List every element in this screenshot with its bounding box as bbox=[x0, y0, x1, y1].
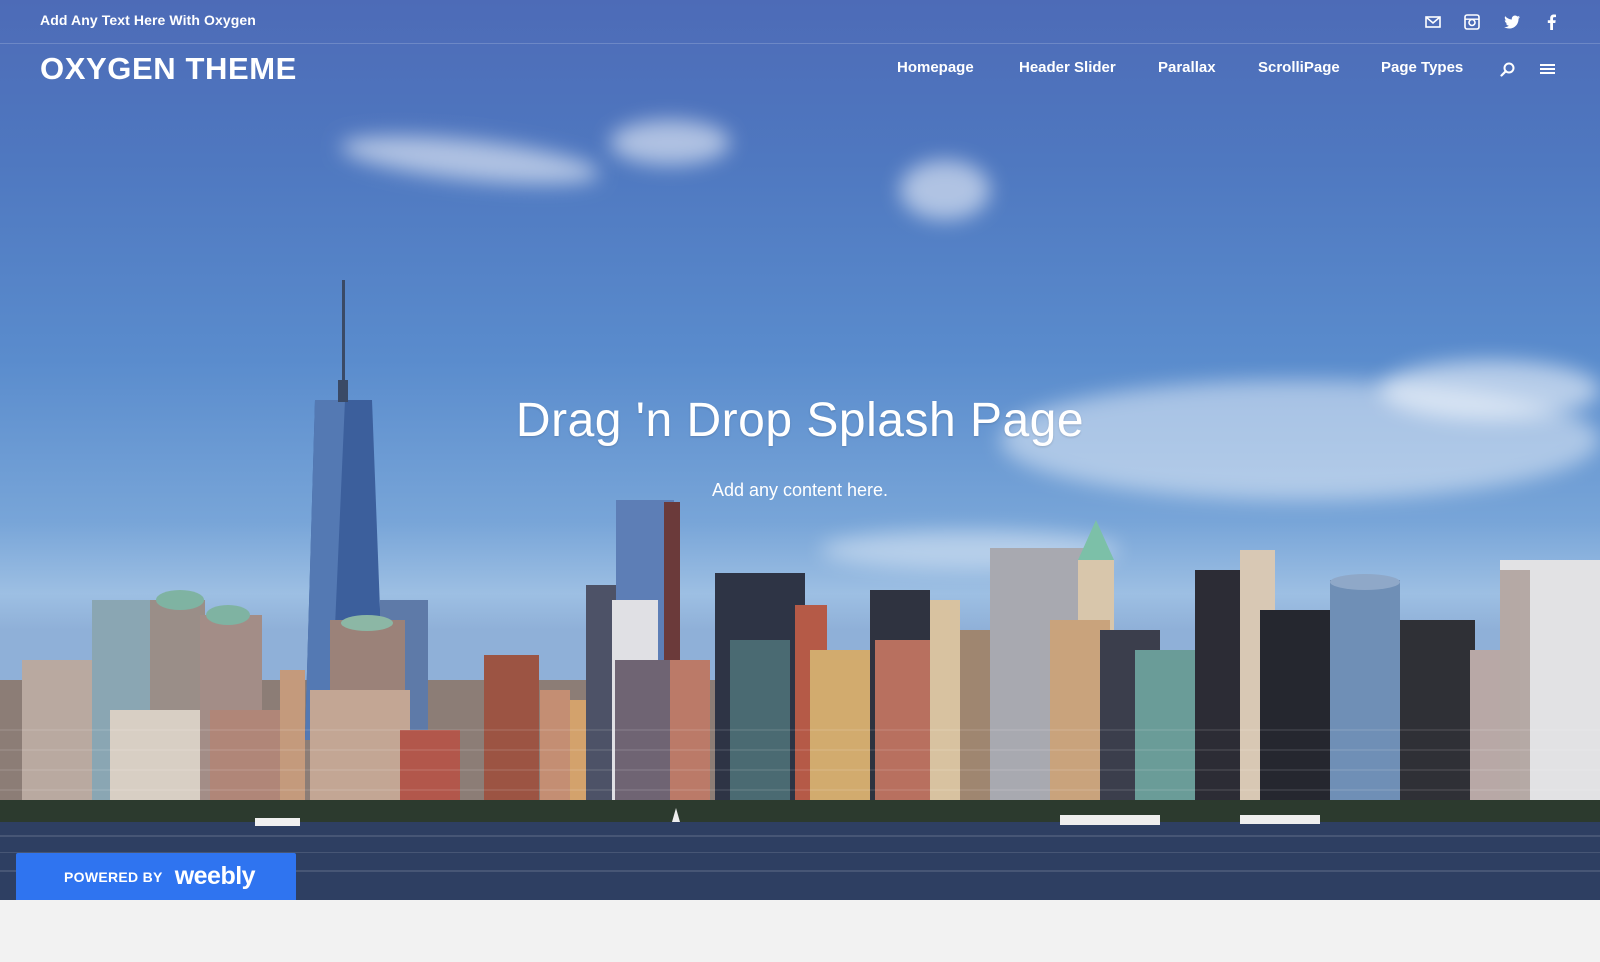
menu-icon[interactable] bbox=[1537, 59, 1557, 79]
nav-item-scrollipage[interactable]: ScrolliPage bbox=[1258, 59, 1340, 79]
city-skyline-image bbox=[0, 280, 1600, 900]
weebly-logo: weebly bbox=[174, 862, 256, 890]
powered-by-label: POWERED BY bbox=[64, 868, 163, 885]
hero-section: Add Any Text Here With Oxygen OXYGEN THE… bbox=[0, 0, 1600, 900]
nav-item-parallax[interactable]: Parallax bbox=[1158, 59, 1216, 79]
nav-item-homepage[interactable]: Homepage bbox=[897, 59, 974, 79]
cloud bbox=[610, 120, 730, 165]
twitter-icon[interactable] bbox=[1502, 12, 1522, 32]
instagram-icon[interactable] bbox=[1462, 12, 1482, 32]
mail-icon[interactable] bbox=[1423, 12, 1443, 32]
top-bar: Add Any Text Here With Oxygen bbox=[0, 0, 1600, 44]
nav-item-page-types[interactable]: Page Types bbox=[1381, 59, 1463, 79]
top-bar-tagline: Add Any Text Here With Oxygen bbox=[40, 12, 256, 28]
search-icon[interactable] bbox=[1497, 59, 1517, 79]
facebook-icon[interactable] bbox=[1541, 12, 1561, 32]
hero-title: Drag 'n Drop Splash Page bbox=[515, 394, 1085, 447]
powered-by-weebly-badge[interactable]: POWERED BY weebly bbox=[16, 853, 296, 900]
nav-item-header-slider[interactable]: Header Slider bbox=[1019, 59, 1116, 79]
cloud bbox=[900, 160, 990, 220]
hero-subtitle: Add any content here. bbox=[711, 480, 889, 500]
cloud bbox=[338, 126, 602, 194]
site-title[interactable]: OXYGEN THEME bbox=[40, 51, 297, 87]
